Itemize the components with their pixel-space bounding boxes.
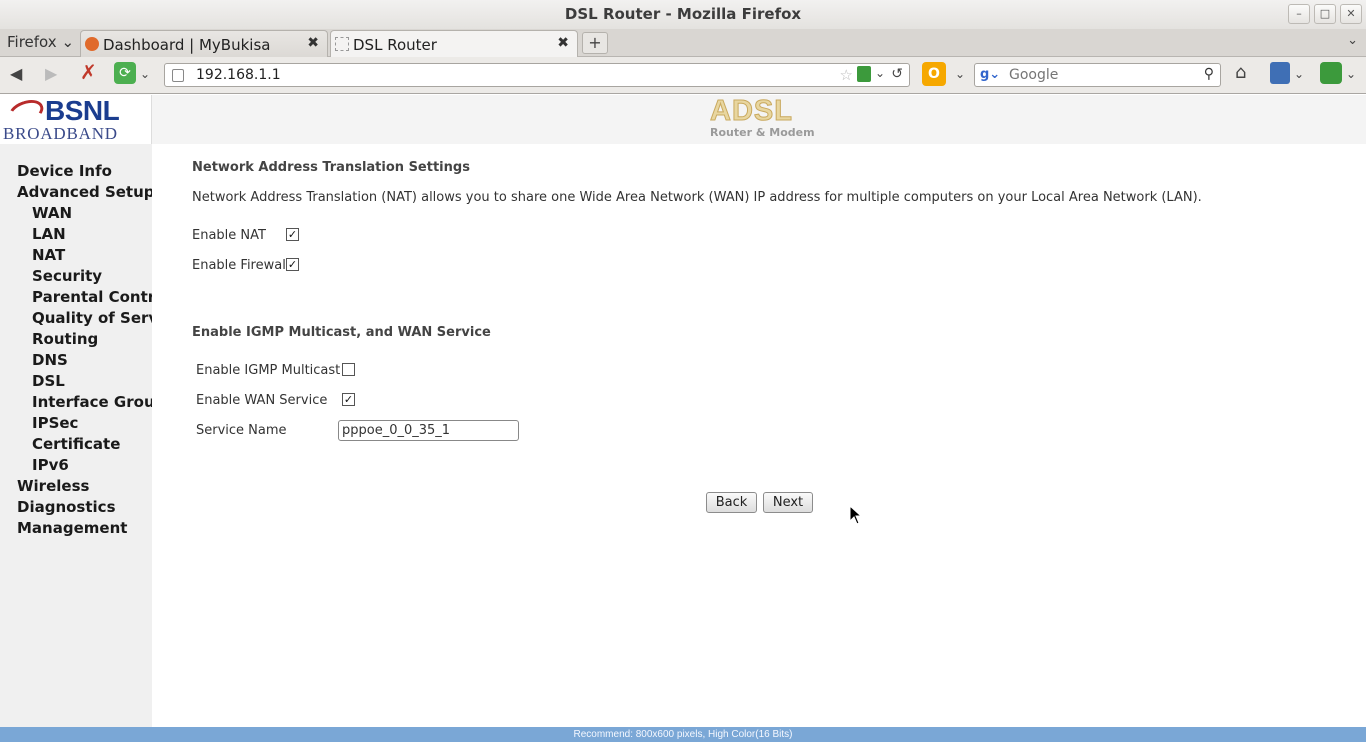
sidebar-item-device-info[interactable]: Device Info xyxy=(17,162,112,180)
nat-description: Network Address Translation (NAT) allows… xyxy=(192,190,1202,205)
tab-label: DSL Router xyxy=(353,36,437,54)
reload-icon[interactable]: ↺ xyxy=(891,66,903,82)
tab-bar: Firefox ⌄ Dashboard | MyBukisa ✖ DSL Rou… xyxy=(0,29,1366,57)
firefox-menu-label: Firefox xyxy=(7,33,57,51)
close-tab-icon[interactable]: ✖ xyxy=(557,35,569,51)
enable-nat-label: Enable NAT xyxy=(192,228,266,243)
service-name-label: Service Name xyxy=(196,423,287,438)
sidebar-item-dsl[interactable]: DSL xyxy=(32,372,65,390)
chevron-down-icon[interactable]: ⌄ xyxy=(875,66,885,80)
sidebar-item-wireless[interactable]: Wireless xyxy=(17,477,89,495)
url-text: 192.168.1.1 xyxy=(196,67,281,83)
bukisa-favicon-icon xyxy=(85,37,99,51)
page-icon xyxy=(335,37,349,51)
igmp-wan-heading: Enable IGMP Multicast, and WAN Service xyxy=(192,325,491,340)
logo-bottom-text: BROADBAND xyxy=(3,124,118,143)
page-identity-icon xyxy=(172,69,184,82)
router-page: BSNL BROADBAND ADSL Router & Modem Devic… xyxy=(0,95,1366,727)
tab-dsl-router[interactable]: DSL Router ✖ xyxy=(330,30,578,57)
back-button[interactable]: Back xyxy=(706,492,757,513)
sidebar-item-advanced-setup[interactable]: Advanced Setup xyxy=(17,183,152,201)
url-bar[interactable]: 192.168.1.1 ☆ ⌄ ↺ xyxy=(164,63,910,87)
sidebar-item-wan[interactable]: WAN xyxy=(32,204,72,222)
sidebar-item-ipv6[interactable]: IPv6 xyxy=(32,456,69,474)
sidebar-item-parental-control[interactable]: Parental Control xyxy=(32,288,152,306)
tab-list-chevron-icon[interactable]: ⌄ xyxy=(1347,33,1358,48)
nat-heading: Network Address Translation Settings xyxy=(192,160,470,175)
navigation-toolbar: ◀ ▶ ✗ ⟳ ⌄ 192.168.1.1 ☆ ⌄ ↺ O ⌄ g⌄ ⚲ ⌂ ⌄… xyxy=(0,57,1366,94)
adsl-banner: ADSL Router & Modem xyxy=(152,95,1366,144)
back-arrow-icon[interactable]: ◀ xyxy=(10,64,22,83)
enable-firewall-checkbox[interactable]: ✓ xyxy=(286,258,299,271)
sidebar-item-certificate[interactable]: Certificate xyxy=(32,435,120,453)
sidebar-menu: Device Info Advanced Setup WAN LAN NAT S… xyxy=(0,144,152,727)
google-search-engine-icon[interactable]: g⌄ xyxy=(980,67,1000,82)
chevron-down-icon: ⌄ xyxy=(61,33,75,51)
logo-top-text: BSNL xyxy=(45,95,120,126)
forward-arrow-icon[interactable]: ▶ xyxy=(45,64,57,83)
igmp-multicast-checkbox[interactable] xyxy=(342,363,355,376)
nat-settings-content: Network Address Translation Settings Net… xyxy=(152,144,1366,727)
sidebar-item-security[interactable]: Security xyxy=(32,267,102,285)
banner-subtitle: Router & Modem xyxy=(710,126,815,139)
share-icon[interactable] xyxy=(857,66,871,82)
new-tab-button[interactable]: + xyxy=(582,32,608,54)
search-icon[interactable]: ⚲ xyxy=(1204,66,1214,82)
chevron-down-icon[interactable]: ⌄ xyxy=(955,67,965,81)
sidebar-item-management[interactable]: Management xyxy=(17,519,127,537)
mouse-pointer-icon xyxy=(849,505,861,525)
sidebar-item-quality-of-service[interactable]: Quality of Service xyxy=(32,309,152,327)
next-button[interactable]: Next xyxy=(763,492,813,513)
close-tab-icon[interactable]: ✖ xyxy=(307,35,319,51)
share-addon-icon[interactable] xyxy=(1320,62,1342,84)
sidebar-item-diagnostics[interactable]: Diagnostics xyxy=(17,498,116,516)
service-name-input[interactable] xyxy=(338,420,519,441)
enable-firewall-label: Enable Firewall xyxy=(192,258,290,273)
firefox-menu-button[interactable]: Firefox ⌄ xyxy=(7,33,74,51)
window-title: DSL Router - Mozilla Firefox xyxy=(564,5,802,23)
bsnl-logo: BSNL BROADBAND xyxy=(0,95,152,144)
home-icon[interactable]: ⌂ xyxy=(1235,62,1246,83)
wan-service-checkbox[interactable]: ✓ xyxy=(342,393,355,406)
bookmark-star-icon[interactable]: ☆ xyxy=(840,66,853,84)
sync-icon[interactable]: ⟳ xyxy=(114,62,136,84)
chevron-down-icon[interactable]: ⌄ xyxy=(1294,67,1304,81)
chevron-down-icon[interactable]: ⌄ xyxy=(140,67,150,81)
tab-dashboard-mybukisa[interactable]: Dashboard | MyBukisa ✖ xyxy=(80,30,328,57)
sidebar-item-routing[interactable]: Routing xyxy=(32,330,98,348)
chevron-down-icon[interactable]: ⌄ xyxy=(1346,67,1356,81)
status-text: Recommend: 800x600 pixels, High Color(16… xyxy=(573,729,793,740)
wan-service-label: Enable WAN Service xyxy=(196,393,328,408)
sidebar-item-ipsec[interactable]: IPSec xyxy=(32,414,78,432)
status-bar: Recommend: 800x600 pixels, High Color(16… xyxy=(0,727,1366,742)
window-titlebar: DSL Router - Mozilla Firefox – □ ✕ xyxy=(0,0,1366,29)
search-input[interactable] xyxy=(1009,66,1194,84)
tab-label: Dashboard | MyBukisa xyxy=(103,36,271,54)
banner-title: ADSL xyxy=(710,95,793,128)
search-bar[interactable]: g⌄ ⚲ xyxy=(974,63,1221,87)
addon-o-icon[interactable]: O xyxy=(922,62,946,86)
minimize-button[interactable]: – xyxy=(1288,4,1310,24)
close-window-button[interactable]: ✕ xyxy=(1340,4,1362,24)
sidebar-item-nat[interactable]: NAT xyxy=(32,246,65,264)
sidebar-item-dns[interactable]: DNS xyxy=(32,351,68,369)
bookmarks-icon[interactable] xyxy=(1270,62,1290,84)
maximize-button[interactable]: □ xyxy=(1314,4,1336,24)
sidebar-item-interface-grouping[interactable]: Interface Grouping xyxy=(32,393,152,411)
igmp-multicast-label: Enable IGMP Multicast xyxy=(196,363,341,378)
sidebar-item-lan[interactable]: LAN xyxy=(32,225,66,243)
enable-nat-checkbox[interactable]: ✓ xyxy=(286,228,299,241)
noscript-icon[interactable]: ✗ xyxy=(80,60,97,84)
